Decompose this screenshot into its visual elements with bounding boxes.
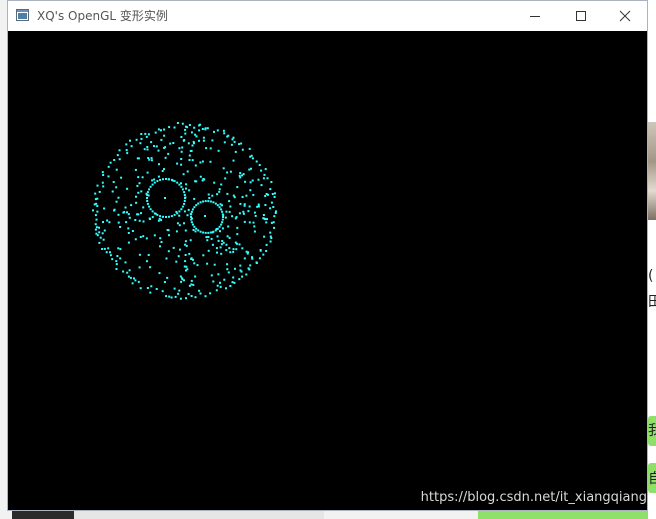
minimize-icon: [530, 16, 540, 17]
opengl-window: XQ's OpenGL 变形实例 https://blog.csdn.net/i…: [7, 0, 648, 511]
background-photo: [648, 122, 656, 220]
maximize-icon: [576, 11, 586, 21]
background-green-bar[interactable]: [478, 511, 648, 519]
gl-canvas[interactable]: https://blog.csdn.net/it_xiangqiang: [8, 31, 647, 510]
close-button[interactable]: [602, 1, 648, 31]
title-bar[interactable]: XQ's OpenGL 变形实例: [8, 1, 647, 31]
background-text-paren: (: [648, 268, 654, 284]
window-title: XQ's OpenGL 变形实例: [37, 9, 168, 23]
desktop: ( 田 我 自 XQ's OpenGL 变形实例 https://blog.cs…: [0, 0, 656, 519]
close-icon: [619, 10, 631, 22]
watermark-text: https://blog.csdn.net/it_xiangqiang: [420, 490, 647, 505]
point-cloud-render: [92, 122, 277, 300]
opengl-window-icon: [16, 9, 29, 21]
background-text-1: 田: [648, 294, 656, 310]
background-text-3: 自: [648, 471, 656, 487]
background-taskbar-item[interactable]: [12, 511, 74, 519]
background-text-2: 我: [648, 423, 656, 439]
maximize-button[interactable]: [558, 1, 604, 31]
minimize-button[interactable]: [512, 1, 558, 31]
background-bottom-strip: [74, 511, 324, 519]
